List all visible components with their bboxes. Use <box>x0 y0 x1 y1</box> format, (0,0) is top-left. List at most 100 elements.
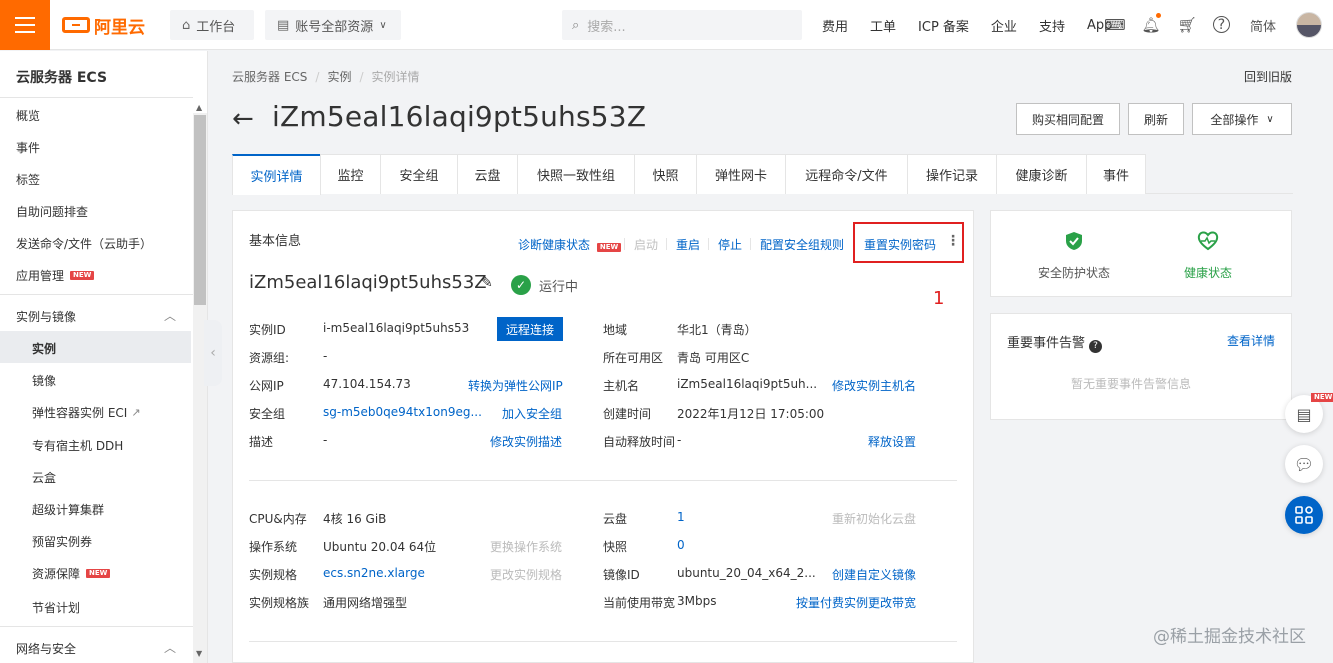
back-arrow-icon[interactable]: ← <box>232 104 254 134</box>
chevron-down-icon: ∨ <box>1266 113 1274 125</box>
grid-icon[interactable] <box>1285 496 1323 534</box>
start-link[interactable]: 启动 <box>634 236 658 253</box>
help-icon[interactable]: ? <box>1213 16 1230 33</box>
health-status-label[interactable]: 健康状态 <box>1184 264 1232 281</box>
tab-instance-details[interactable]: 实例详情 <box>232 154 321 195</box>
workbench-button[interactable]: ⌂ 工作台 <box>170 10 254 40</box>
value-instance-id: i-m5eal16laqi9pt5uhs53 <box>323 321 470 335</box>
tab-eni[interactable]: 弹性网卡 <box>696 154 786 194</box>
chat-icon[interactable]: 💬︎ <box>1285 445 1323 483</box>
nav-icp[interactable]: ICP 备案 <box>918 16 969 35</box>
resource-selector[interactable]: ▤ 账号全部资源 ∨ <box>265 10 401 40</box>
search-input[interactable]: ⌕ 搜索... <box>562 10 802 40</box>
sidebar-group-instances[interactable]: 实例与镜像 <box>16 308 76 325</box>
breadcrumb-instance[interactable]: 实例 <box>327 70 351 84</box>
tab-snapshot[interactable]: 快照 <box>634 154 697 194</box>
back-to-old-version[interactable]: 回到旧版 <box>1244 68 1292 85</box>
sidebar-item-ddh[interactable]: 专有宿主机 DDH <box>32 437 123 454</box>
sidebar-item-reserved[interactable]: 预留实例券 <box>32 533 92 550</box>
tab-security-group[interactable]: 安全组 <box>380 154 458 194</box>
release-settings-link[interactable]: 释放设置 <box>868 433 916 450</box>
tab-events[interactable]: 事件 <box>1086 154 1146 194</box>
sidebar-item-instance[interactable]: 实例 <box>32 340 56 357</box>
nav-fee[interactable]: 费用 <box>822 16 848 35</box>
create-custom-image-link[interactable]: 创建自定义镜像 <box>832 566 916 583</box>
tab-operation-log[interactable]: 操作记录 <box>907 154 997 194</box>
sidebar-item-label: 应用管理 <box>16 269 65 283</box>
all-operations-button[interactable]: 全部操作 ∨ <box>1192 103 1292 135</box>
view-details-link[interactable]: 查看详情 <box>1227 332 1275 349</box>
sidebar-group-network[interactable]: 网络与安全 <box>16 640 76 657</box>
language-switch[interactable]: 简体 <box>1250 15 1276 35</box>
diagnose-health-link[interactable]: 诊断健康状态 NEW <box>518 236 622 253</box>
basic-info-title: 基本信息 <box>249 234 302 249</box>
convert-eip-link[interactable]: 转换为弹性公网IP <box>468 377 563 394</box>
sidebar-item-troubleshoot[interactable]: 自助问题排查 <box>16 203 88 220</box>
join-security-group-link[interactable]: 加入安全组 <box>502 405 562 422</box>
change-instance-type-link[interactable]: 更改实例规格 <box>490 566 562 583</box>
nav-support[interactable]: 支持 <box>1039 16 1065 35</box>
nav-ticket[interactable]: 工单 <box>870 16 896 35</box>
sidebar-item-events[interactable]: 事件 <box>16 139 40 156</box>
divider <box>0 626 193 627</box>
chevron-up-icon[interactable]: ︿ <box>164 307 176 324</box>
menu-icon[interactable] <box>0 0 50 50</box>
remote-connect-button[interactable]: 远程连接 <box>497 317 563 341</box>
edit-description-link[interactable]: 修改实例描述 <box>490 433 562 450</box>
tab-health-diagnosis[interactable]: 健康诊断 <box>996 154 1087 194</box>
divider <box>249 480 957 481</box>
sidebar-collapse-handle[interactable]: ‹ <box>204 320 222 386</box>
tab-snapshot-group[interactable]: 快照一致性组 <box>517 154 635 194</box>
aliyun-logo[interactable]: 阿里云 <box>62 13 145 38</box>
sidebar-item-eci[interactable]: 弹性容器实例 ECI ↗ <box>32 404 141 421</box>
label-created-time: 创建时间 <box>603 407 652 421</box>
terminal-icon[interactable]: ⌨ <box>1104 15 1126 35</box>
home-icon: ⌂ <box>182 17 191 33</box>
help-icon[interactable]: ? <box>1089 339 1103 353</box>
bell-icon[interactable]: 🔔︎ <box>1141 13 1161 35</box>
edit-hostname-link[interactable]: 修改实例主机名 <box>832 377 916 394</box>
refresh-button[interactable]: 刷新 <box>1128 103 1184 135</box>
buy-same-config-button[interactable]: 购买相同配置 <box>1016 103 1120 135</box>
cart-icon[interactable]: 🛒︎ <box>1177 15 1197 35</box>
sidebar-item-savings-plan[interactable]: 节省计划 <box>32 599 80 616</box>
important-events-title-text: 重要事件告警 <box>1007 336 1086 351</box>
reinit-disk-link[interactable]: 重新初始化云盘 <box>832 510 916 527</box>
scroll-up-icon[interactable]: ▲ <box>196 103 202 112</box>
sidebar-item-send-command[interactable]: 发送命令/文件（云助手） <box>16 235 152 252</box>
edit-icon[interactable]: ✎ <box>481 275 493 291</box>
sidebar-item-tags[interactable]: 标签 <box>16 171 40 188</box>
stop-link[interactable]: 停止 <box>718 236 742 253</box>
tab-remote-command[interactable]: 远程命令/文件 <box>785 154 908 194</box>
sidebar-item-supercompute[interactable]: 超级计算集群 <box>32 501 104 518</box>
chevron-up-icon[interactable]: ︿ <box>164 639 176 656</box>
nav-enterprise[interactable]: 企业 <box>991 16 1017 35</box>
change-os-link[interactable]: 更换操作系统 <box>490 538 562 555</box>
sidebar-item-cloudbox[interactable]: 云盒 <box>32 469 56 486</box>
shield-check-icon <box>1063 230 1085 252</box>
security-status-label[interactable]: 安全防护状态 <box>1038 264 1110 281</box>
sidebar-scroll-thumb[interactable] <box>194 115 206 305</box>
sidebar-item-overview[interactable]: 概览 <box>16 107 40 124</box>
restart-link[interactable]: 重启 <box>676 236 700 253</box>
value-disk[interactable]: 1 <box>677 510 685 524</box>
value-cpu-memory: 4核 16 GiB <box>323 512 387 526</box>
value-instance-type[interactable]: ecs.sn2ne.xlarge <box>323 566 425 580</box>
external-link-icon: ↗ <box>131 406 141 419</box>
value-snapshot[interactable]: 0 <box>677 538 685 552</box>
watermark: @稀土掘金技术社区 <box>1153 627 1306 647</box>
change-bandwidth-link[interactable]: 按量付费实例更改带宽 <box>796 594 916 611</box>
sidebar-item-resource-guarantee[interactable]: 资源保障 NEW <box>32 565 111 582</box>
avatar[interactable] <box>1296 12 1322 38</box>
search-icon: ⌕ <box>572 17 580 33</box>
breadcrumb-ecs[interactable]: 云服务器 ECS <box>232 70 307 84</box>
sidebar-item-image[interactable]: 镜像 <box>32 372 56 389</box>
sidebar-item-app-management[interactable]: 应用管理 NEW <box>16 267 95 284</box>
tab-disk[interactable]: 云盘 <box>457 154 518 194</box>
tab-monitoring[interactable]: 监控 <box>320 154 381 194</box>
breadcrumb-current: 实例详情 <box>371 70 420 84</box>
value-security-group[interactable]: sg-m5eb0qe94tx1on9eg... <box>323 405 482 419</box>
health-status-card <box>990 210 1292 297</box>
scroll-down-icon[interactable]: ▼ <box>196 649 202 658</box>
config-security-group-link[interactable]: 配置安全组规则 <box>760 236 844 253</box>
